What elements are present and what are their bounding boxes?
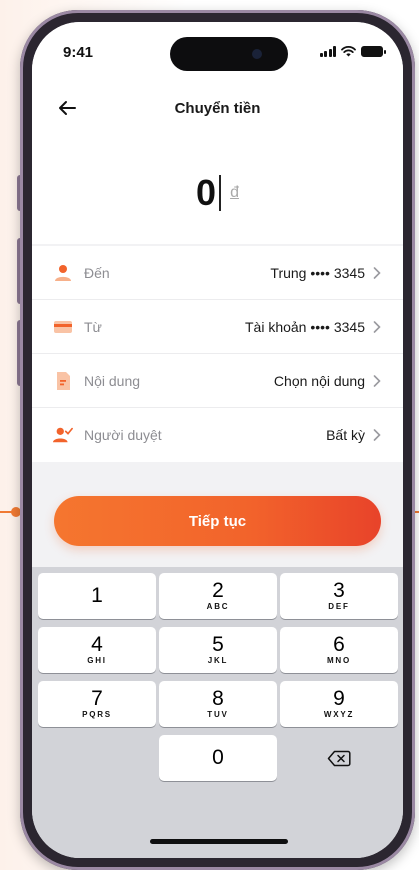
numeric-keypad: 1 2 ABC 3 DEF 4 GHI 5 JKL 6 MNO 7 PQRS 8… <box>32 567 403 858</box>
card-icon <box>53 317 73 337</box>
chevron-right-icon <box>373 374 381 387</box>
currency-symbol: đ <box>230 184 239 201</box>
key-letters: ABC <box>206 602 230 611</box>
row-label: Nội dung <box>84 372 141 389</box>
row-value: Tài khoản •••• 3345 <box>244 318 365 335</box>
transfer-details: Đến Trung •••• 3345 Từ Tài khoản •••• 33… <box>32 246 403 462</box>
row-label: Người duyệt <box>84 427 162 443</box>
home-indicator <box>150 839 288 844</box>
status-time: 9:41 <box>63 44 94 61</box>
row-value: Trung •••• 3345 <box>270 264 365 281</box>
row-recipient[interactable]: Đến Trung •••• 3345 <box>32 246 403 300</box>
key-digit: 5 <box>212 633 224 656</box>
key-letters: GHI <box>87 656 107 665</box>
key-digit: 1 <box>91 584 103 607</box>
row-content[interactable]: Nội dung Chọn nội dung <box>32 354 403 408</box>
key-letters: DEF <box>328 602 350 611</box>
text-caret <box>219 175 222 211</box>
key-7[interactable]: 7 PQRS <box>38 681 156 727</box>
status-icons <box>319 46 386 57</box>
key-6[interactable]: 6 MNO <box>280 627 398 673</box>
delete-key[interactable] <box>280 735 398 781</box>
chevron-right-icon <box>373 429 381 441</box>
key-digit: 8 <box>212 687 224 710</box>
key-letters: MNO <box>326 656 352 665</box>
amount-value: 0 <box>196 172 217 213</box>
row-label: Từ <box>84 318 102 335</box>
wifi-icon <box>341 46 356 57</box>
key-1[interactable]: 1 <box>38 573 156 619</box>
key-3[interactable]: 3 DEF <box>280 573 398 619</box>
approver-icon <box>53 425 73 445</box>
continue-button[interactable]: Tiếp tục <box>54 496 381 546</box>
backspace-icon <box>327 750 351 766</box>
row-approver[interactable]: Người duyệt Bất kỳ <box>32 408 403 462</box>
row-value: Chọn nội dung <box>273 372 365 389</box>
signal-icon <box>319 46 336 57</box>
person-icon <box>53 263 73 283</box>
phone-frame: 9:41 Chuyển tiền 0 đ Đến Trung •••• 3345… <box>20 10 415 870</box>
key-digit: 6 <box>333 633 345 656</box>
key-digit: 4 <box>91 633 103 656</box>
camera-icon <box>252 49 262 59</box>
battery-icon <box>361 46 386 57</box>
chevron-right-icon <box>373 266 381 279</box>
document-icon <box>53 371 73 391</box>
phone-screen: 9:41 Chuyển tiền 0 đ Đến Trung •••• 3345… <box>32 22 403 858</box>
key-letters: PQRS <box>82 710 112 719</box>
key-digit: 7 <box>91 687 103 710</box>
key-digit: 9 <box>333 687 345 710</box>
dynamic-island <box>170 37 288 71</box>
key-digit: 3 <box>333 579 345 602</box>
key-4[interactable]: 4 GHI <box>38 627 156 673</box>
key-0[interactable]: 0 <box>159 735 277 781</box>
row-label: Đến <box>84 264 110 281</box>
row-source-account[interactable]: Từ Tài khoản •••• 3345 <box>32 300 403 354</box>
page-title: Chuyển tiền <box>174 100 261 117</box>
row-value: Bất kỳ <box>326 427 365 443</box>
key-8[interactable]: 8 TUV <box>159 681 277 727</box>
key-letters: TUV <box>207 710 229 719</box>
key-9[interactable]: 9 WXYZ <box>280 681 398 727</box>
amount-display[interactable]: 0 đ <box>32 172 403 214</box>
key-letters: WXYZ <box>323 710 355 719</box>
key-5[interactable]: 5 JKL <box>159 627 277 673</box>
chevron-right-icon <box>373 320 381 333</box>
key-letters: JKL <box>207 656 229 665</box>
key-digit: 0 <box>212 746 224 769</box>
key-2[interactable]: 2 ABC <box>159 573 277 619</box>
key-digit: 2 <box>212 579 224 602</box>
